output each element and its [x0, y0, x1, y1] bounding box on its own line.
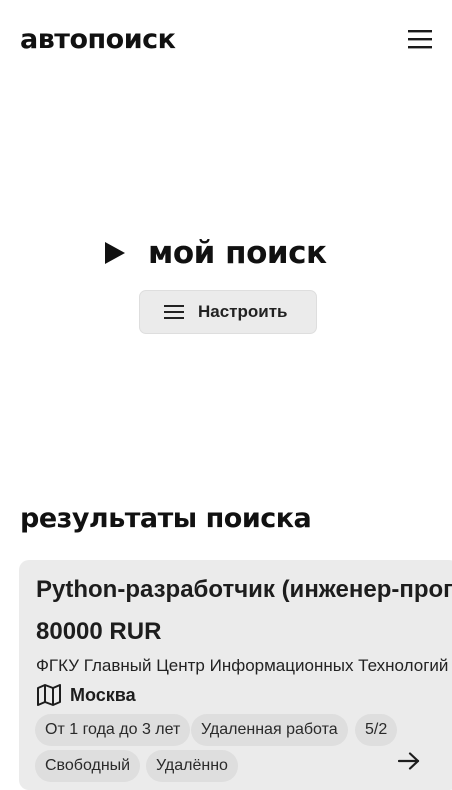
- vacancy-title[interactable]: Python-разработчик (инженер-программист): [36, 576, 452, 604]
- my-search-title[interactable]: мой поиск: [104, 230, 327, 276]
- tag-status[interactable]: Свободный: [35, 750, 141, 782]
- header: автопоиск: [0, 0, 452, 84]
- configure-button-label: Настроить: [198, 302, 288, 321]
- map-icon: [37, 684, 61, 706]
- vacancy-salary: 80000 RUR: [36, 618, 162, 645]
- arrow-right-icon: [397, 751, 420, 770]
- logo[interactable]: автопоиск: [20, 24, 176, 55]
- tag-experience[interactable]: От 1 года до 3 лет: [35, 714, 191, 746]
- play-icon: [105, 242, 125, 264]
- results-title: результаты поиска: [20, 503, 312, 534]
- configure-button[interactable]: Настроить: [139, 290, 317, 334]
- tag-remote[interactable]: Удалённо: [146, 750, 238, 782]
- tag-schedule[interactable]: 5/2: [355, 714, 398, 746]
- vacancy-city: Москва: [70, 684, 136, 705]
- hamburger-icon: [164, 305, 184, 319]
- vacancy-company: ФГКУ Главный Центр Информационных Технол…: [36, 656, 449, 675]
- hamburger-icon: [408, 29, 432, 48]
- menu-button[interactable]: [406, 28, 434, 52]
- vacancy-location: Москва: [36, 682, 136, 708]
- tag-work-format[interactable]: Удаленная работа: [191, 714, 348, 746]
- my-search-label: мой поиск: [148, 235, 327, 271]
- vacancy-card[interactable]: Python-разработчик (инженер-программист)…: [19, 560, 452, 790]
- open-vacancy-button[interactable]: [397, 750, 421, 774]
